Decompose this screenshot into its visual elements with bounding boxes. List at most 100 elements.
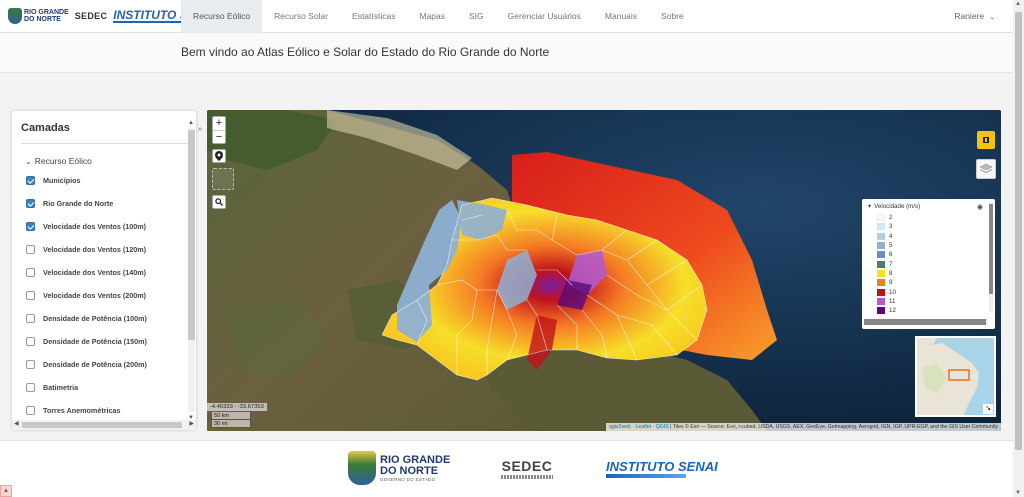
nav-gerenciar-usuarios[interactable]: Gerenciar Usuários bbox=[496, 0, 593, 33]
layer-item-densidade-150m[interactable]: Densidade de Potência (150m) bbox=[26, 330, 188, 353]
minus-icon[interactable]: − bbox=[213, 130, 225, 143]
scroll-up-icon[interactable]: ▲ bbox=[1015, 1, 1021, 7]
expand-icon[interactable]: ↘ bbox=[983, 404, 993, 414]
sedec-logo: SEDEC bbox=[74, 11, 108, 21]
scrollbar-thumb[interactable] bbox=[188, 130, 195, 340]
layer-item-velocidade-100m[interactable]: Velocidade dos Ventos (100m) bbox=[26, 215, 188, 238]
scroll-right-icon[interactable]: ▶ bbox=[189, 420, 194, 427]
legend-item: 5 bbox=[877, 241, 896, 250]
divider bbox=[21, 143, 189, 144]
rn-crest-icon bbox=[8, 8, 22, 24]
legend-swatch bbox=[877, 288, 885, 296]
layer-item-velocidade-140m[interactable]: Velocidade dos Ventos (140m) bbox=[26, 261, 188, 284]
legend-item: 10 bbox=[877, 287, 896, 296]
layer-checkbox[interactable] bbox=[26, 291, 35, 300]
layers-panel-title: Camadas bbox=[21, 122, 70, 134]
minimap[interactable]: ↘ bbox=[915, 336, 996, 417]
layer-label: Batimetria bbox=[43, 383, 79, 392]
extension-badge-icon[interactable]: ▲ bbox=[0, 485, 12, 497]
footer-senai-text: INSTITUTO SENAI bbox=[606, 459, 718, 474]
layer-label: Rio Grande do Norte bbox=[43, 199, 114, 208]
mouse-coordinates: -4.40333 : -33.67353 bbox=[207, 403, 267, 411]
layers-panel-scrollbar[interactable]: ▲ ▼ bbox=[186, 120, 196, 421]
scroll-up-icon[interactable]: ▲ bbox=[188, 120, 194, 126]
legend-item: 11 bbox=[877, 297, 896, 306]
rn-crest-icon bbox=[348, 451, 376, 485]
page-title: Bem vindo ao Atlas Eólico e Solar do Est… bbox=[181, 45, 550, 59]
layers-icon[interactable] bbox=[976, 159, 996, 179]
legend-swatch bbox=[877, 269, 885, 277]
scrollbar-thumb[interactable] bbox=[1015, 12, 1022, 450]
nav-sobre[interactable]: Sobre bbox=[649, 0, 696, 33]
layer-checkbox[interactable] bbox=[26, 268, 35, 277]
qgis-link[interactable]: QGIS bbox=[656, 424, 669, 430]
scroll-left-icon[interactable]: ◀ bbox=[14, 420, 19, 427]
layer-checkbox[interactable] bbox=[26, 406, 35, 415]
scale-bar-mi: 30 mi bbox=[211, 420, 251, 428]
legend-header[interactable]: ▾ Velocidade (m/s) bbox=[868, 203, 920, 210]
footer: RIO GRANDE DO NORTE GOVERNO DO ESTADO SE… bbox=[0, 440, 1013, 497]
layer-item-velocidade-200m[interactable]: Velocidade dos Ventos (200m) bbox=[26, 284, 188, 307]
layer-list: Municípios Rio Grande do Norte Velocidad… bbox=[26, 169, 188, 422]
layer-checkbox[interactable] bbox=[26, 360, 35, 369]
layer-item-densidade-100m[interactable]: Densidade de Potência (100m) bbox=[26, 307, 188, 330]
layer-label: Velocidade dos Ventos (120m) bbox=[43, 245, 147, 254]
layer-item-densidade-200m[interactable]: Densidade de Potência (200m) bbox=[26, 353, 188, 376]
legend-swatch bbox=[877, 260, 885, 268]
layer-checkbox[interactable] bbox=[26, 337, 35, 346]
leaflet-link[interactable]: Leaflet bbox=[635, 424, 651, 430]
layer-checkbox[interactable] bbox=[26, 383, 35, 392]
footer-rn-line2: DO NORTE bbox=[380, 464, 439, 477]
location-pin-icon[interactable] bbox=[212, 149, 226, 163]
plus-icon[interactable]: + bbox=[213, 117, 225, 130]
nav-recurso-eolico[interactable]: Recurso Eólico bbox=[181, 0, 263, 33]
eye-icon[interactable]: ◉ bbox=[977, 203, 983, 211]
welcome-banner: Bem vindo ao Atlas Eólico e Solar do Est… bbox=[0, 33, 1013, 73]
layer-checkbox[interactable] bbox=[26, 199, 35, 208]
layer-item-rio-grande-do-norte[interactable]: Rio Grande do Norte bbox=[26, 192, 188, 215]
footer-rn-logo: RIO GRANDE DO NORTE GOVERNO DO ESTADO bbox=[348, 451, 450, 485]
layer-item-batimetria[interactable]: Batimetria bbox=[26, 376, 188, 399]
legend-scrollbar[interactable] bbox=[989, 202, 993, 312]
user-menu[interactable]: Raniere ⌄ bbox=[954, 0, 995, 34]
user-name: Raniere bbox=[954, 11, 985, 21]
layer-item-velocidade-120m[interactable]: Velocidade dos Ventos (120m) bbox=[26, 238, 188, 261]
legend-item: 4 bbox=[877, 232, 896, 241]
layer-checkbox[interactable] bbox=[26, 245, 35, 254]
page-scrollbar[interactable]: ▲ ▼ bbox=[1013, 0, 1024, 497]
scrollbar-thumb[interactable] bbox=[22, 422, 182, 428]
legend-swatch bbox=[877, 223, 885, 231]
search-icon[interactable] bbox=[212, 195, 226, 209]
ruler-icon[interactable] bbox=[212, 168, 234, 190]
legend-swatch bbox=[877, 214, 885, 222]
legend-swatch bbox=[877, 279, 885, 287]
nav-mapas[interactable]: Mapas bbox=[408, 0, 458, 33]
nav-estatisticas[interactable]: Estatísticas bbox=[340, 0, 407, 33]
footer-rn-sub: GOVERNO DO ESTADO bbox=[380, 476, 436, 482]
scrollbar-thumb[interactable] bbox=[989, 204, 993, 294]
nav-sig[interactable]: SIG bbox=[457, 0, 496, 33]
legend-title: Velocidade (m/s) bbox=[874, 203, 921, 210]
legend-swatch bbox=[877, 251, 885, 259]
nav-recurso-solar[interactable]: Recurso Solar bbox=[262, 0, 340, 33]
scroll-down-icon[interactable]: ▼ bbox=[1015, 490, 1021, 496]
rn-logo-line2: DO NORTE bbox=[24, 16, 61, 23]
legend-item: 6 bbox=[877, 250, 896, 259]
rn-logo-line1: RIO GRANDE bbox=[24, 9, 69, 16]
caret-down-icon: ▾ bbox=[868, 203, 872, 210]
panel-collapse-icon[interactable]: » bbox=[198, 126, 202, 133]
scrollbar-thumb[interactable] bbox=[864, 319, 986, 325]
layer-group-recurso-eolico[interactable]: ⌄ Recurso Eólico bbox=[25, 156, 92, 166]
legend-hscrollbar[interactable] bbox=[864, 319, 988, 325]
layer-item-torres-anemometricas[interactable]: Torres Anemométricas bbox=[26, 399, 188, 422]
layer-checkbox[interactable] bbox=[26, 222, 35, 231]
map-tool-icon[interactable] bbox=[977, 131, 995, 149]
qgis2web-link[interactable]: qgis2web bbox=[609, 424, 631, 430]
layer-item-municipios[interactable]: Municípios bbox=[26, 169, 188, 192]
map-view[interactable]: + − ▾ Velocidade (m/s) ◉ 2 3 4 5 6 7 8 9… bbox=[207, 110, 1001, 431]
layer-label: Densidade de Potência (100m) bbox=[43, 314, 147, 323]
layer-checkbox[interactable] bbox=[26, 176, 35, 185]
nav-manuais[interactable]: Manuais bbox=[593, 0, 649, 33]
layer-checkbox[interactable] bbox=[26, 314, 35, 323]
layers-panel-hscrollbar[interactable]: ◀ ▶ bbox=[12, 420, 196, 430]
